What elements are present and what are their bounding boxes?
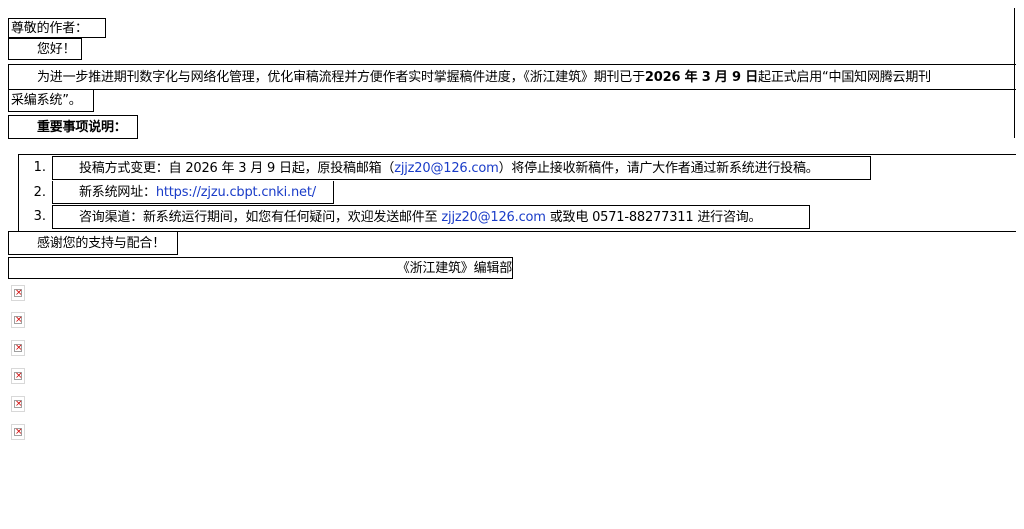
system-url-link[interactable]: https://zjzu.cbpt.cnki.net/ <box>156 186 316 199</box>
list-item-number: 3. <box>33 209 46 224</box>
broken-image-icon: × <box>11 312 25 328</box>
broken-image-icon: × <box>11 424 25 440</box>
list-item-number: 1. <box>33 160 46 175</box>
item1-text-after: ）将停止接收新稿件，请广大作者通过新系统进行投稿。 <box>498 160 819 176</box>
broken-image-icon: × <box>11 396 25 412</box>
broken-image-icon: × <box>11 285 25 301</box>
intro-paragraph: 为进一步推进期刊数字化与网络化管理，优化审稿流程并方便作者实时掌握稿件进度，《浙… <box>8 64 1016 90</box>
signature-line: 《浙江建筑》编辑部 <box>8 257 513 279</box>
intro-date-bold: 2026 年 3 月 9 日 <box>644 69 759 85</box>
broken-image-icon: × <box>11 368 25 384</box>
intro-text-part1: 为进一步推进期刊数字化与网络化管理，优化审稿流程并方便作者实时掌握稿件进度，《浙… <box>37 69 645 85</box>
intro-text-line2: 采编系统”。 <box>11 93 82 108</box>
signature-text: 《浙江建筑》编辑部 <box>396 260 512 276</box>
list-item-number: 2. <box>33 185 46 200</box>
list-item-1: 投稿方式变更：自 2026 年 3 月 9 日起，原投稿邮箱（ zjjz20@1… <box>52 156 871 180</box>
thanks-text: 感谢您的支持与配合！ <box>37 235 166 251</box>
section-title: 重要事项说明： <box>8 115 138 139</box>
greeting-text: 您好！ <box>37 41 76 57</box>
list-item-2: 新系统网址： https://zjzu.cbpt.cnki.net/ <box>52 181 334 204</box>
item3-text-after: 或致电 0571-88277311 进行咨询。 <box>549 209 762 225</box>
salutation: 尊敬的作者： <box>8 18 106 38</box>
item2-text-before: 新系统网址： <box>79 184 156 200</box>
item1-text-before: 投稿方式变更：自 2026 年 3 月 9 日起，原投稿邮箱（ <box>79 160 395 176</box>
greeting: 您好！ <box>8 38 82 60</box>
broken-image-icon: × <box>11 340 25 356</box>
salutation-text: 尊敬的作者： <box>11 20 88 36</box>
item3-text-before: 咨询渠道：新系统运行期间，如您有任何疑问，欢迎发送邮件至 <box>79 209 438 225</box>
item1-email-link[interactable]: zjjz20@126.com <box>394 162 499 175</box>
intro-text-part2: 起正式启用“中国知网腾云期刊 <box>758 69 931 85</box>
item3-email-link[interactable]: zjjz20@126.com <box>441 211 546 224</box>
thanks-line: 感谢您的支持与配合！ <box>8 231 178 255</box>
list-item-3: 咨询渠道：新系统运行期间，如您有任何疑问，欢迎发送邮件至 zjjz20@126.… <box>52 205 810 229</box>
intro-paragraph-line2: 采编系统”。 <box>8 90 94 112</box>
section-title-text: 重要事项说明： <box>37 119 127 135</box>
